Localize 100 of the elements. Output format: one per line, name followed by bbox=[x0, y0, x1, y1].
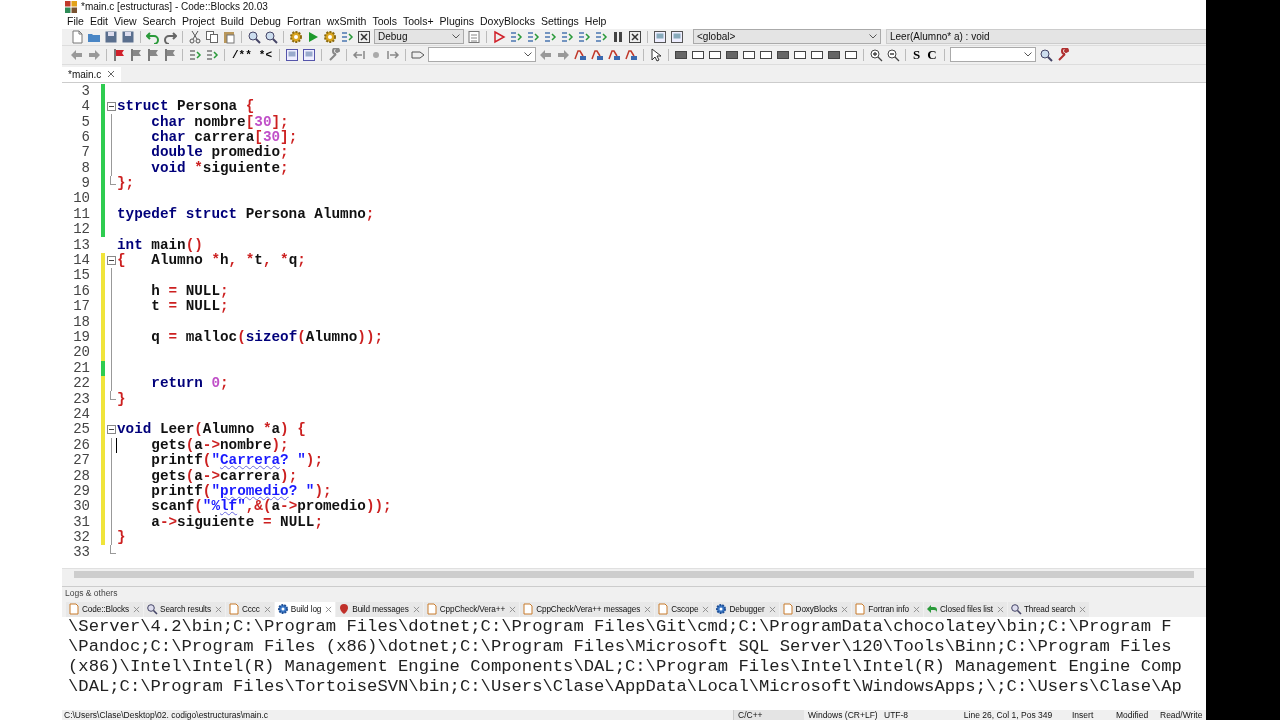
menu-item[interactable]: Debug bbox=[248, 15, 286, 28]
close-icon[interactable] bbox=[215, 605, 222, 613]
search-icon bbox=[1009, 603, 1022, 616]
caret-icon bbox=[1023, 52, 1032, 58]
log-tab[interactable]: Closed files list bbox=[924, 601, 1007, 617]
zoom-out-icon[interactable] bbox=[886, 47, 900, 62]
menu-item[interactable]: Tools bbox=[371, 15, 402, 28]
search-icon[interactable] bbox=[264, 29, 278, 44]
log-tab[interactable]: Cscope bbox=[655, 601, 713, 617]
comment-button[interactable]: *< bbox=[256, 46, 274, 63]
log-tab[interactable]: CppCheck/Vera++ bbox=[423, 601, 520, 617]
menu-item[interactable]: Tools+ bbox=[401, 15, 439, 28]
menu-item[interactable]: Settings bbox=[539, 15, 584, 28]
comment-button[interactable]: /** bbox=[230, 46, 254, 63]
close-icon[interactable] bbox=[644, 605, 652, 613]
log-tab[interactable]: DoxyBlocks bbox=[779, 601, 852, 617]
close-icon[interactable] bbox=[841, 605, 849, 613]
window-icon[interactable] bbox=[653, 29, 667, 44]
close-icon[interactable] bbox=[702, 605, 710, 613]
close-icon[interactable] bbox=[412, 605, 420, 613]
list-icon[interactable] bbox=[467, 29, 481, 44]
close-box-icon[interactable] bbox=[357, 29, 371, 44]
menu-item[interactable]: Plugins bbox=[438, 15, 480, 28]
gear-icon[interactable] bbox=[323, 29, 337, 44]
window-icon[interactable] bbox=[285, 47, 299, 62]
zoom-in-icon[interactable] bbox=[869, 47, 883, 62]
menu-item[interactable]: File bbox=[66, 15, 89, 28]
code-line: int main() bbox=[117, 237, 203, 253]
log-tab[interactable]: Cccc bbox=[226, 601, 274, 617]
pointer-icon[interactable] bbox=[649, 47, 663, 62]
search-icon[interactable] bbox=[247, 29, 261, 44]
play-icon[interactable] bbox=[492, 29, 506, 44]
log-line: \DAL;C:\Program Files\TortoiseSVN\bin;C:\Users\Clase\AppData\Local\Microsoft\WindowsApps;\;C:\Users\Clase\Ap bbox=[68, 676, 1183, 697]
redo-icon[interactable] bbox=[163, 29, 177, 44]
close-icon[interactable] bbox=[133, 605, 141, 613]
log-tab[interactable]: Build messages bbox=[336, 601, 423, 617]
line-number: 18 bbox=[72, 314, 90, 330]
line-number: 11 bbox=[72, 206, 90, 222]
build-target-dropdown[interactable]: Debug bbox=[374, 29, 464, 45]
menu-item[interactable]: DoxyBlocks bbox=[479, 15, 540, 28]
menu-item[interactable]: Search bbox=[141, 15, 181, 28]
code-line: { Alumno *h, *t, *q; bbox=[117, 253, 306, 269]
close-icon[interactable] bbox=[263, 605, 271, 613]
window-icon[interactable] bbox=[670, 29, 684, 44]
menu-item[interactable]: Help bbox=[583, 15, 612, 28]
menu-item[interactable]: Edit bbox=[88, 15, 113, 28]
fold-toggle-icon[interactable] bbox=[106, 102, 116, 112]
search-mode-button[interactable]: C bbox=[925, 46, 939, 63]
editor-tab[interactable]: *main.c bbox=[62, 66, 122, 82]
function-dropdown[interactable]: Leer(Alumno* a) : void bbox=[886, 29, 1206, 45]
log-tab[interactable]: Fortran info bbox=[852, 601, 924, 617]
scissors-icon[interactable] bbox=[188, 29, 202, 44]
clipboard-icon[interactable] bbox=[222, 29, 236, 44]
save-icon[interactable] bbox=[121, 29, 135, 44]
search-dropdown[interactable] bbox=[428, 47, 536, 63]
log-tab[interactable]: Debugger bbox=[713, 601, 779, 617]
close-icon[interactable] bbox=[768, 605, 776, 613]
menu-item[interactable]: wxSmith bbox=[325, 15, 372, 28]
code-line: } bbox=[117, 391, 126, 407]
line-number: 14 bbox=[72, 253, 90, 269]
log-tab[interactable]: Code::Blocks bbox=[66, 601, 144, 617]
copy-icon[interactable] bbox=[205, 29, 219, 44]
close-icon[interactable] bbox=[1079, 605, 1087, 613]
line-number: 19 bbox=[72, 330, 90, 345]
flag-icon[interactable] bbox=[163, 47, 177, 62]
close-icon[interactable] bbox=[325, 605, 333, 613]
pause-icon[interactable] bbox=[611, 29, 625, 44]
line-number: 20 bbox=[72, 345, 90, 361]
close-icon[interactable] bbox=[107, 70, 116, 79]
play-icon[interactable] bbox=[306, 29, 320, 44]
search-mode-button[interactable]: S bbox=[911, 46, 923, 63]
close-icon[interactable] bbox=[996, 605, 1004, 613]
fold-toggle-icon[interactable] bbox=[106, 256, 116, 266]
search-icon[interactable] bbox=[1038, 47, 1053, 62]
log-tab[interactable]: Build log bbox=[274, 601, 336, 617]
right-arrow-icon[interactable] bbox=[87, 47, 101, 62]
right-arrow-icon[interactable] bbox=[556, 47, 570, 62]
log-tab[interactable]: Thread search bbox=[1007, 601, 1090, 617]
gear-icon[interactable] bbox=[289, 29, 303, 44]
page-icon[interactable] bbox=[70, 29, 84, 44]
menu-item[interactable]: Fortran bbox=[285, 15, 326, 28]
status-field: C/C++ bbox=[733, 710, 804, 720]
menu-item[interactable]: View bbox=[113, 15, 142, 28]
wrench-icon[interactable] bbox=[327, 47, 341, 62]
close-icon[interactable] bbox=[509, 605, 517, 613]
menu-item[interactable]: Build bbox=[219, 15, 249, 28]
scope-dropdown[interactable]: <global> bbox=[693, 29, 881, 45]
menu-item[interactable]: Project bbox=[180, 15, 220, 28]
log-tab[interactable]: CppCheck/Vera++ messages bbox=[520, 601, 655, 617]
close-box-icon[interactable] bbox=[628, 29, 642, 44]
flag-icon[interactable] bbox=[146, 47, 160, 62]
window-icon[interactable] bbox=[302, 47, 316, 62]
flag-icon[interactable] bbox=[112, 47, 126, 62]
save-icon[interactable] bbox=[104, 29, 118, 44]
flag-icon[interactable] bbox=[129, 47, 143, 62]
close-icon[interactable] bbox=[913, 605, 921, 613]
code-line: char carrera[30]; bbox=[150, 129, 298, 145]
log-tab[interactable]: Search results bbox=[144, 601, 225, 617]
undo-icon[interactable] bbox=[146, 29, 160, 44]
fold-toggle-icon[interactable] bbox=[106, 425, 116, 435]
